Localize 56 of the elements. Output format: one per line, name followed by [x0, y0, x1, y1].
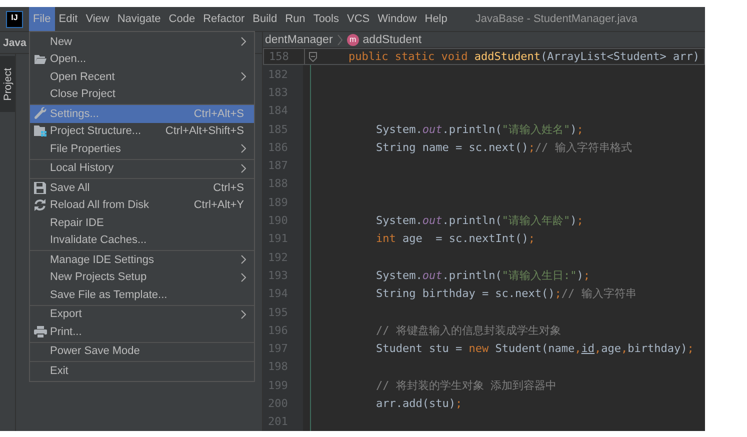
save-icon: [34, 182, 46, 194]
code-line: arr.add(stu);: [374, 397, 462, 410]
menu-bar-item[interactable]: Window: [374, 7, 421, 31]
menu-item[interactable]: Power Save Mode: [30, 342, 254, 360]
menu-item[interactable]: Local History: [30, 158, 254, 177]
menu-item[interactable]: Repair IDE: [30, 214, 254, 232]
code-line: String birthday = sc.next();// 输入字符串: [374, 286, 636, 302]
breadcrumb-item[interactable]: dentManager: [265, 34, 333, 46]
menu-bar-item[interactable]: Navigate: [113, 7, 165, 31]
printer-icon: [34, 326, 46, 338]
code-line: String name = sc.next();// 输入字符串格式: [374, 140, 632, 155]
menu-item[interactable]: File Properties: [30, 140, 254, 158]
menu-bar-item[interactable]: Run: [281, 7, 310, 31]
menu-bar-item[interactable]: VCS: [343, 7, 374, 31]
menu-item[interactable]: Save File as Template...: [30, 286, 254, 304]
project-tab[interactable]: Project: [0, 56, 15, 112]
menu-item[interactable]: Exit: [30, 361, 254, 380]
breadcrumb-item[interactable]: addStudent: [362, 34, 422, 46]
menu-bar-item[interactable]: View: [82, 7, 114, 31]
menu-bar-item[interactable]: Edit: [54, 7, 82, 31]
method-icon: m: [346, 34, 359, 46]
code-line: public static void addStudent(ArrayList<Student> arr): [347, 50, 700, 64]
app-logo: IJ: [7, 12, 22, 26]
menu-item[interactable]: Close Project: [30, 86, 254, 103]
reload-icon: [34, 199, 46, 212]
menu-item[interactable]: Reload All from Disk Ctrl+Alt+Y: [30, 196, 254, 214]
code-line: System.out.println("请输入年龄");: [374, 213, 584, 228]
menu-item[interactable]: New Projects Setup: [30, 268, 254, 286]
folder-icon: [34, 54, 46, 65]
line-number: 158: [268, 50, 290, 64]
code-line: int age = sc.nextInt();: [374, 232, 535, 246]
menu-item[interactable]: Save All Ctrl+S: [30, 178, 254, 196]
tool-window-title: Java: [2, 36, 26, 48]
menu-bar-item[interactable]: Help: [420, 7, 452, 31]
menu-item[interactable]: Open Recent: [30, 68, 254, 86]
settings-icon: [34, 107, 46, 120]
menu-bar-item[interactable]: Tools: [309, 7, 343, 31]
menu-bar-item[interactable]: Build: [248, 7, 282, 31]
code-line: // 将封装的学生对象 添加到容器中: [374, 378, 556, 393]
menu-item[interactable]: Invalidate Caches...: [30, 232, 254, 249]
project-structure-icon: [34, 125, 46, 138]
fold-icon[interactable]: [308, 52, 316, 62]
menu-item[interactable]: Project Structure... Ctrl+Alt+Shift+S: [30, 122, 254, 140]
menu-item[interactable]: Print...: [30, 323, 254, 340]
menu-item[interactable]: Export: [30, 304, 254, 323]
menu-bar-item[interactable]: Refactor: [199, 7, 249, 31]
menu-item[interactable]: New: [30, 33, 254, 50]
code-line: // 将键盘输入的信息封装成学生对象: [374, 322, 561, 338]
menu-bar-item[interactable]: Code: [164, 7, 200, 31]
code-line: System.out.println("请输入生日:");: [374, 268, 590, 283]
menu-item[interactable]: Open...: [30, 50, 254, 68]
chevron-icon: [336, 34, 343, 46]
code-line: Student stu = new Student(name,id,age,birthday);: [374, 342, 694, 356]
code-line: System.out.println("请输入姓名");: [374, 122, 584, 137]
window-title: JavaBase - StudentManager.java: [475, 13, 638, 25]
menu-item[interactable]: Manage IDE Settings: [30, 250, 254, 268]
